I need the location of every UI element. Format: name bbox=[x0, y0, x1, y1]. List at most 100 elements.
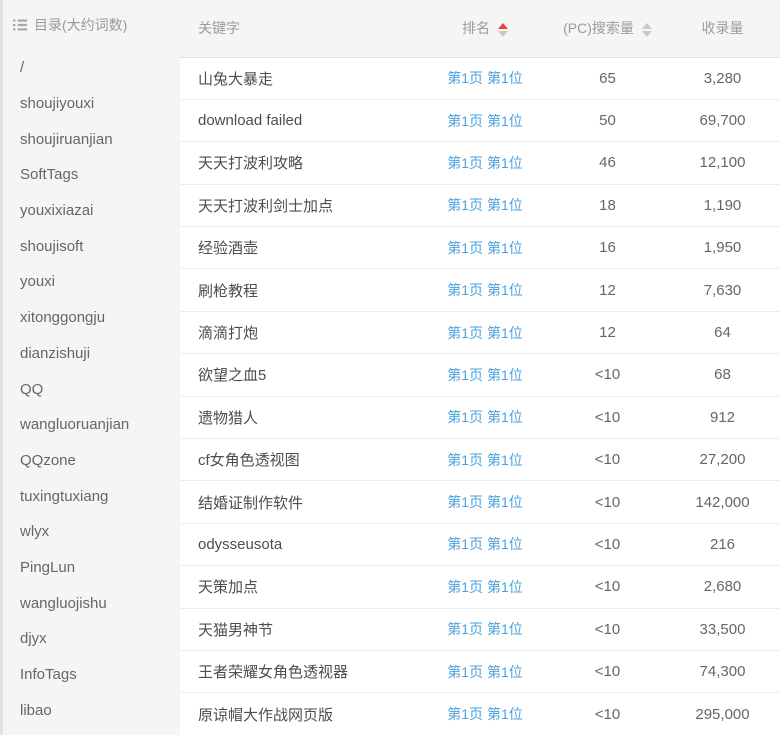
sidebar-item[interactable]: libao bbox=[0, 692, 180, 728]
column-header-index-count: 收录量 bbox=[665, 0, 780, 57]
rank-link[interactable]: 第1页 第1位 bbox=[447, 155, 522, 171]
sidebar-item[interactable]: youxi bbox=[0, 264, 180, 300]
sort-asc-icon[interactable] bbox=[498, 23, 508, 29]
column-header-rank-label: 排名 bbox=[462, 20, 490, 36]
keyword-cell: 结婚证制作软件 bbox=[180, 481, 420, 523]
rank-sort-control[interactable] bbox=[498, 23, 508, 37]
rank-cell: 第1页 第1位 bbox=[420, 608, 550, 650]
rank-link[interactable]: 第1页 第1位 bbox=[447, 409, 522, 425]
rank-link[interactable]: 第1页 第1位 bbox=[447, 621, 522, 637]
index-count-cell: 1,950 bbox=[665, 227, 780, 269]
rank-link[interactable]: 第1页 第1位 bbox=[447, 494, 522, 510]
rank-link[interactable]: 第1页 第1位 bbox=[447, 197, 522, 213]
rank-cell: 第1页 第1位 bbox=[420, 311, 550, 353]
index-count-cell: 12,100 bbox=[665, 142, 780, 184]
keyword-cell: 刷枪教程 bbox=[180, 269, 420, 311]
rank-cell: 第1页 第1位 bbox=[420, 396, 550, 438]
rank-link[interactable]: 第1页 第1位 bbox=[447, 70, 522, 86]
pc-search-cell: <10 bbox=[550, 693, 665, 735]
index-count-cell: 7,630 bbox=[665, 269, 780, 311]
rank-link[interactable]: 第1页 第1位 bbox=[447, 325, 522, 341]
column-header-keyword: 关键字 bbox=[180, 0, 420, 57]
table-row: 滴滴打炮第1页 第1位1264 bbox=[180, 311, 780, 353]
sidebar-item[interactable]: shoujiyouxi bbox=[0, 86, 180, 122]
sidebar-item[interactable]: wangluoruanjian bbox=[0, 407, 180, 443]
table-row: 天猫男神节第1页 第1位<1033,500 bbox=[180, 608, 780, 650]
sidebar-item[interactable]: xitonggongju bbox=[0, 300, 180, 336]
rank-link[interactable]: 第1页 第1位 bbox=[447, 282, 522, 298]
table-row: 遗物猎人第1页 第1位<10912 bbox=[180, 396, 780, 438]
index-count-cell: 1,190 bbox=[665, 184, 780, 226]
pc-search-cell: <10 bbox=[550, 439, 665, 481]
pc-search-cell: 50 bbox=[550, 99, 665, 141]
table-row: 欲望之血5第1页 第1位<1068 bbox=[180, 354, 780, 396]
rank-cell: 第1页 第1位 bbox=[420, 227, 550, 269]
sidebar-item[interactable]: QQ bbox=[0, 371, 180, 407]
pc-search-cell: <10 bbox=[550, 396, 665, 438]
pc-search-cell: 65 bbox=[550, 57, 665, 99]
pc-search-cell: <10 bbox=[550, 650, 665, 692]
index-count-cell: 3,280 bbox=[665, 57, 780, 99]
index-count-cell: 912 bbox=[665, 396, 780, 438]
rank-link[interactable]: 第1页 第1位 bbox=[447, 706, 522, 722]
sort-desc-icon[interactable] bbox=[642, 31, 652, 37]
sidebar-item[interactable]: shoujisoft bbox=[0, 228, 180, 264]
rank-cell: 第1页 第1位 bbox=[420, 269, 550, 311]
keyword-table-panel: 关键字 排名 (PC)搜索量 收录量 山兔大暴走第1页 第1位653,280do… bbox=[180, 0, 780, 735]
rank-link[interactable]: 第1页 第1位 bbox=[447, 113, 522, 129]
sidebar-item[interactable]: QQzone bbox=[0, 443, 180, 479]
sidebar-list: /shoujiyouxishoujiruanjianSoftTagsyouxix… bbox=[0, 50, 180, 728]
sidebar-item[interactable]: / bbox=[0, 50, 180, 86]
sidebar-item[interactable]: dianzishuji bbox=[0, 336, 180, 372]
keyword-cell: 天天打波利攻略 bbox=[180, 142, 420, 184]
rank-link[interactable]: 第1页 第1位 bbox=[447, 367, 522, 383]
pc-search-cell: 18 bbox=[550, 184, 665, 226]
app-window: 目录(大约词数) /shoujiyouxishoujiruanjianSoftT… bbox=[0, 0, 780, 735]
pc-search-cell: <10 bbox=[550, 523, 665, 565]
column-header-rank[interactable]: 排名 bbox=[420, 0, 550, 57]
sidebar-header: 目录(大约词数) bbox=[0, 0, 180, 50]
sidebar-item[interactable]: shoujiruanjian bbox=[0, 121, 180, 157]
sort-asc-icon[interactable] bbox=[642, 23, 652, 29]
table-row: 刷枪教程 第1页 第1位 127,630 bbox=[180, 269, 780, 311]
index-count-cell: 33,500 bbox=[665, 608, 780, 650]
keyword-cell: 滴滴打炮 bbox=[180, 311, 420, 353]
sidebar-item[interactable]: InfoTags bbox=[0, 657, 180, 693]
sidebar-item[interactable]: wlyx bbox=[0, 514, 180, 550]
sidebar-item[interactable]: tuxingtuxiang bbox=[0, 478, 180, 514]
index-count-cell: 64 bbox=[665, 311, 780, 353]
pc-search-sort-control[interactable] bbox=[642, 23, 652, 37]
rank-cell: 第1页 第1位 bbox=[420, 481, 550, 523]
index-count-cell: 2,680 bbox=[665, 566, 780, 608]
table-header-row: 关键字 排名 (PC)搜索量 收录量 bbox=[180, 0, 780, 57]
pc-search-cell: 46 bbox=[550, 142, 665, 184]
sidebar-item[interactable]: wangluojishu bbox=[0, 585, 180, 621]
index-count-cell: 69,700 bbox=[665, 99, 780, 141]
keyword-cell: odysseusota bbox=[180, 523, 420, 565]
rank-link[interactable]: 第1页 第1位 bbox=[447, 452, 522, 468]
keyword-cell: cf女角色透视图 bbox=[180, 439, 420, 481]
pc-search-cell: 16 bbox=[550, 227, 665, 269]
table-row: 王者荣耀女角色透视器第1页 第1位<1074,300 bbox=[180, 650, 780, 692]
table-row: 原谅帽大作战网页版第1页 第1位<10295,000 bbox=[180, 693, 780, 735]
rank-link[interactable]: 第1页 第1位 bbox=[447, 536, 522, 552]
column-header-pc-search[interactable]: (PC)搜索量 bbox=[550, 0, 665, 57]
keyword-cell: download failed bbox=[180, 99, 420, 141]
sidebar-item[interactable]: youxixiazai bbox=[0, 193, 180, 229]
keyword-cell: 天策加点 bbox=[180, 566, 420, 608]
rank-cell: 第1页 第1位 bbox=[420, 99, 550, 141]
index-count-cell: 142,000 bbox=[665, 481, 780, 523]
rank-link[interactable]: 第1页 第1位 bbox=[447, 240, 522, 256]
sidebar-item[interactable]: PingLun bbox=[0, 550, 180, 586]
rank-link[interactable]: 第1页 第1位 bbox=[447, 664, 522, 680]
pc-search-cell: 12 bbox=[550, 269, 665, 311]
keyword-cell: 经验酒壶 bbox=[180, 227, 420, 269]
sidebar-item[interactable]: djyx bbox=[0, 621, 180, 657]
sort-desc-icon[interactable] bbox=[498, 31, 508, 37]
keyword-cell: 天天打波利剑士加点 bbox=[180, 184, 420, 226]
index-count-cell: 68 bbox=[665, 354, 780, 396]
rank-link[interactable]: 第1页 第1位 bbox=[447, 579, 522, 595]
sidebar-item[interactable]: SoftTags bbox=[0, 157, 180, 193]
rank-cell: 第1页 第1位 bbox=[420, 354, 550, 396]
index-count-cell: 295,000 bbox=[665, 693, 780, 735]
